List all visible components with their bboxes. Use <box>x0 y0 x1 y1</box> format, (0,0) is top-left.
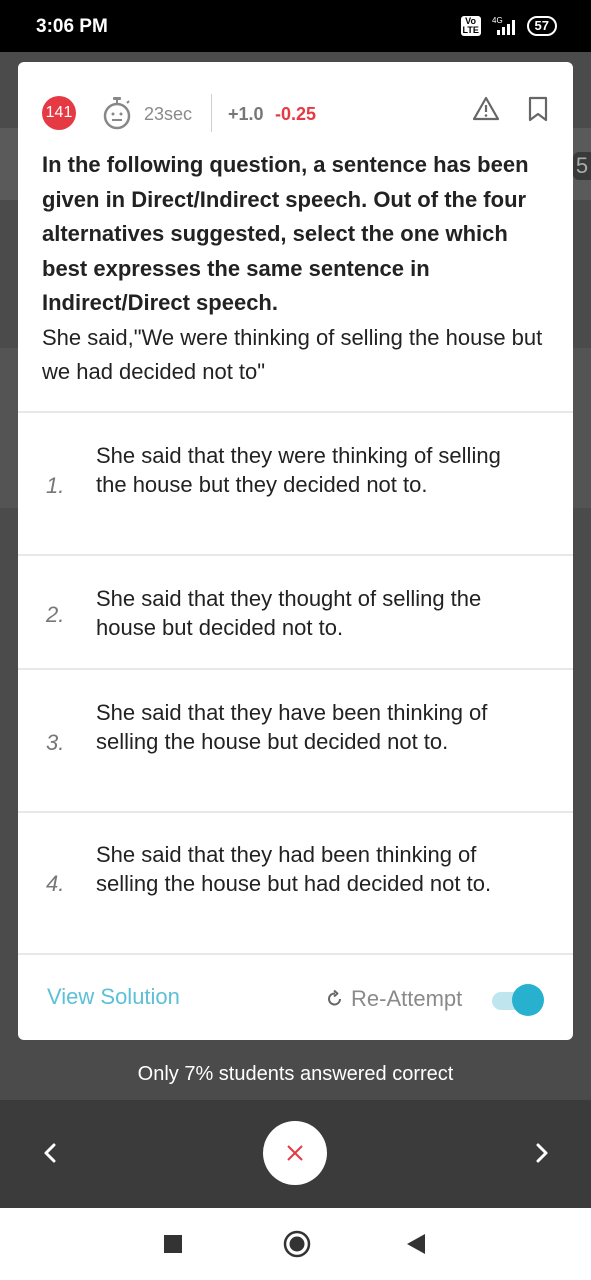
next-question-icon[interactable] <box>530 1138 554 1168</box>
close-icon <box>287 1145 303 1161</box>
option-text: She said that they were thinking of sell… <box>96 443 501 497</box>
report-warning-icon[interactable] <box>472 95 500 123</box>
reattempt-label: Re-Attempt <box>351 986 463 1011</box>
option-text: She said that they thought of selling th… <box>96 586 482 640</box>
option-number: 4. <box>46 871 65 896</box>
question-number-badge: 141 <box>42 96 76 130</box>
option-item-4[interactable]: 4. She said that they had been thinking … <box>18 813 573 954</box>
header-divider <box>211 94 212 132</box>
volte-icon: Vo LTE <box>460 16 481 36</box>
option-number: 1. <box>46 473 65 498</box>
option-item-3[interactable]: 3. She said that they have been thinking… <box>18 670 573 811</box>
status-icons: Vo LTE 4G 57 <box>460 14 557 38</box>
timer-text: 23sec <box>144 104 193 124</box>
toggle-thumb <box>512 984 544 1016</box>
positive-marks: +1.0 <box>228 104 264 124</box>
bookmark-icon[interactable] <box>528 96 548 122</box>
option-item-2[interactable]: 2. She said that they thought of selling… <box>18 556 573 668</box>
question-card: 141 23sec +1.0 -0.25 In the following qu… <box>18 62 573 1040</box>
network-label: 4G <box>492 16 503 25</box>
battery-icon: 57 <box>526 16 557 36</box>
question-sentence: She said,"We were thinking of selling th… <box>42 324 543 385</box>
recents-icon[interactable] <box>164 1235 182 1253</box>
question-instruction: In the following question, a sentence ha… <box>42 152 529 315</box>
status-time: 3:06 PM <box>36 16 108 37</box>
reattempt-button[interactable]: Re-Attempt <box>325 986 462 1012</box>
option-text: She said that they had been thinking of … <box>96 842 492 896</box>
question-text: In the following question, a sentence ha… <box>42 148 552 390</box>
reattempt-toggle[interactable] <box>492 984 544 1016</box>
back-icon[interactable] <box>404 1232 428 1256</box>
answer-stats: Only 7% students answered correct <box>137 1063 454 1085</box>
background-question-number: 5 <box>573 152 591 180</box>
signal-icon: 4G <box>492 16 515 35</box>
close-button[interactable] <box>263 1121 327 1185</box>
option-number: 2. <box>46 602 65 627</box>
status-bar: 3:06 PM Vo LTE 4G 57 <box>0 0 591 52</box>
option-text: She said that they have been thinking of… <box>96 700 488 754</box>
view-solution-link[interactable]: View Solution <box>47 984 180 1010</box>
system-navigation-bar <box>0 1208 591 1280</box>
option-number: 3. <box>46 730 65 755</box>
option-item-1[interactable]: 1. She said that they were thinking of s… <box>18 413 573 554</box>
divider <box>18 953 573 955</box>
refresh-icon <box>328 989 341 1006</box>
home-icon[interactable] <box>282 1229 312 1259</box>
previous-question-icon[interactable] <box>38 1138 62 1168</box>
stopwatch-icon <box>103 97 131 130</box>
negative-marks: -0.25 <box>275 104 317 124</box>
